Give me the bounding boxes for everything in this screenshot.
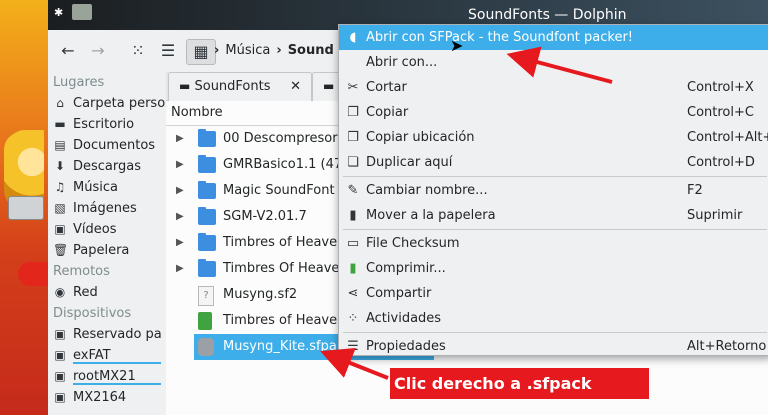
arrow-to-selected-file bbox=[320, 348, 389, 380]
arrow-to-menu-item bbox=[506, 46, 613, 84]
annotation-label: Clic derecho a .sfpack bbox=[390, 368, 649, 399]
annotation-arrows bbox=[320, 46, 613, 380]
